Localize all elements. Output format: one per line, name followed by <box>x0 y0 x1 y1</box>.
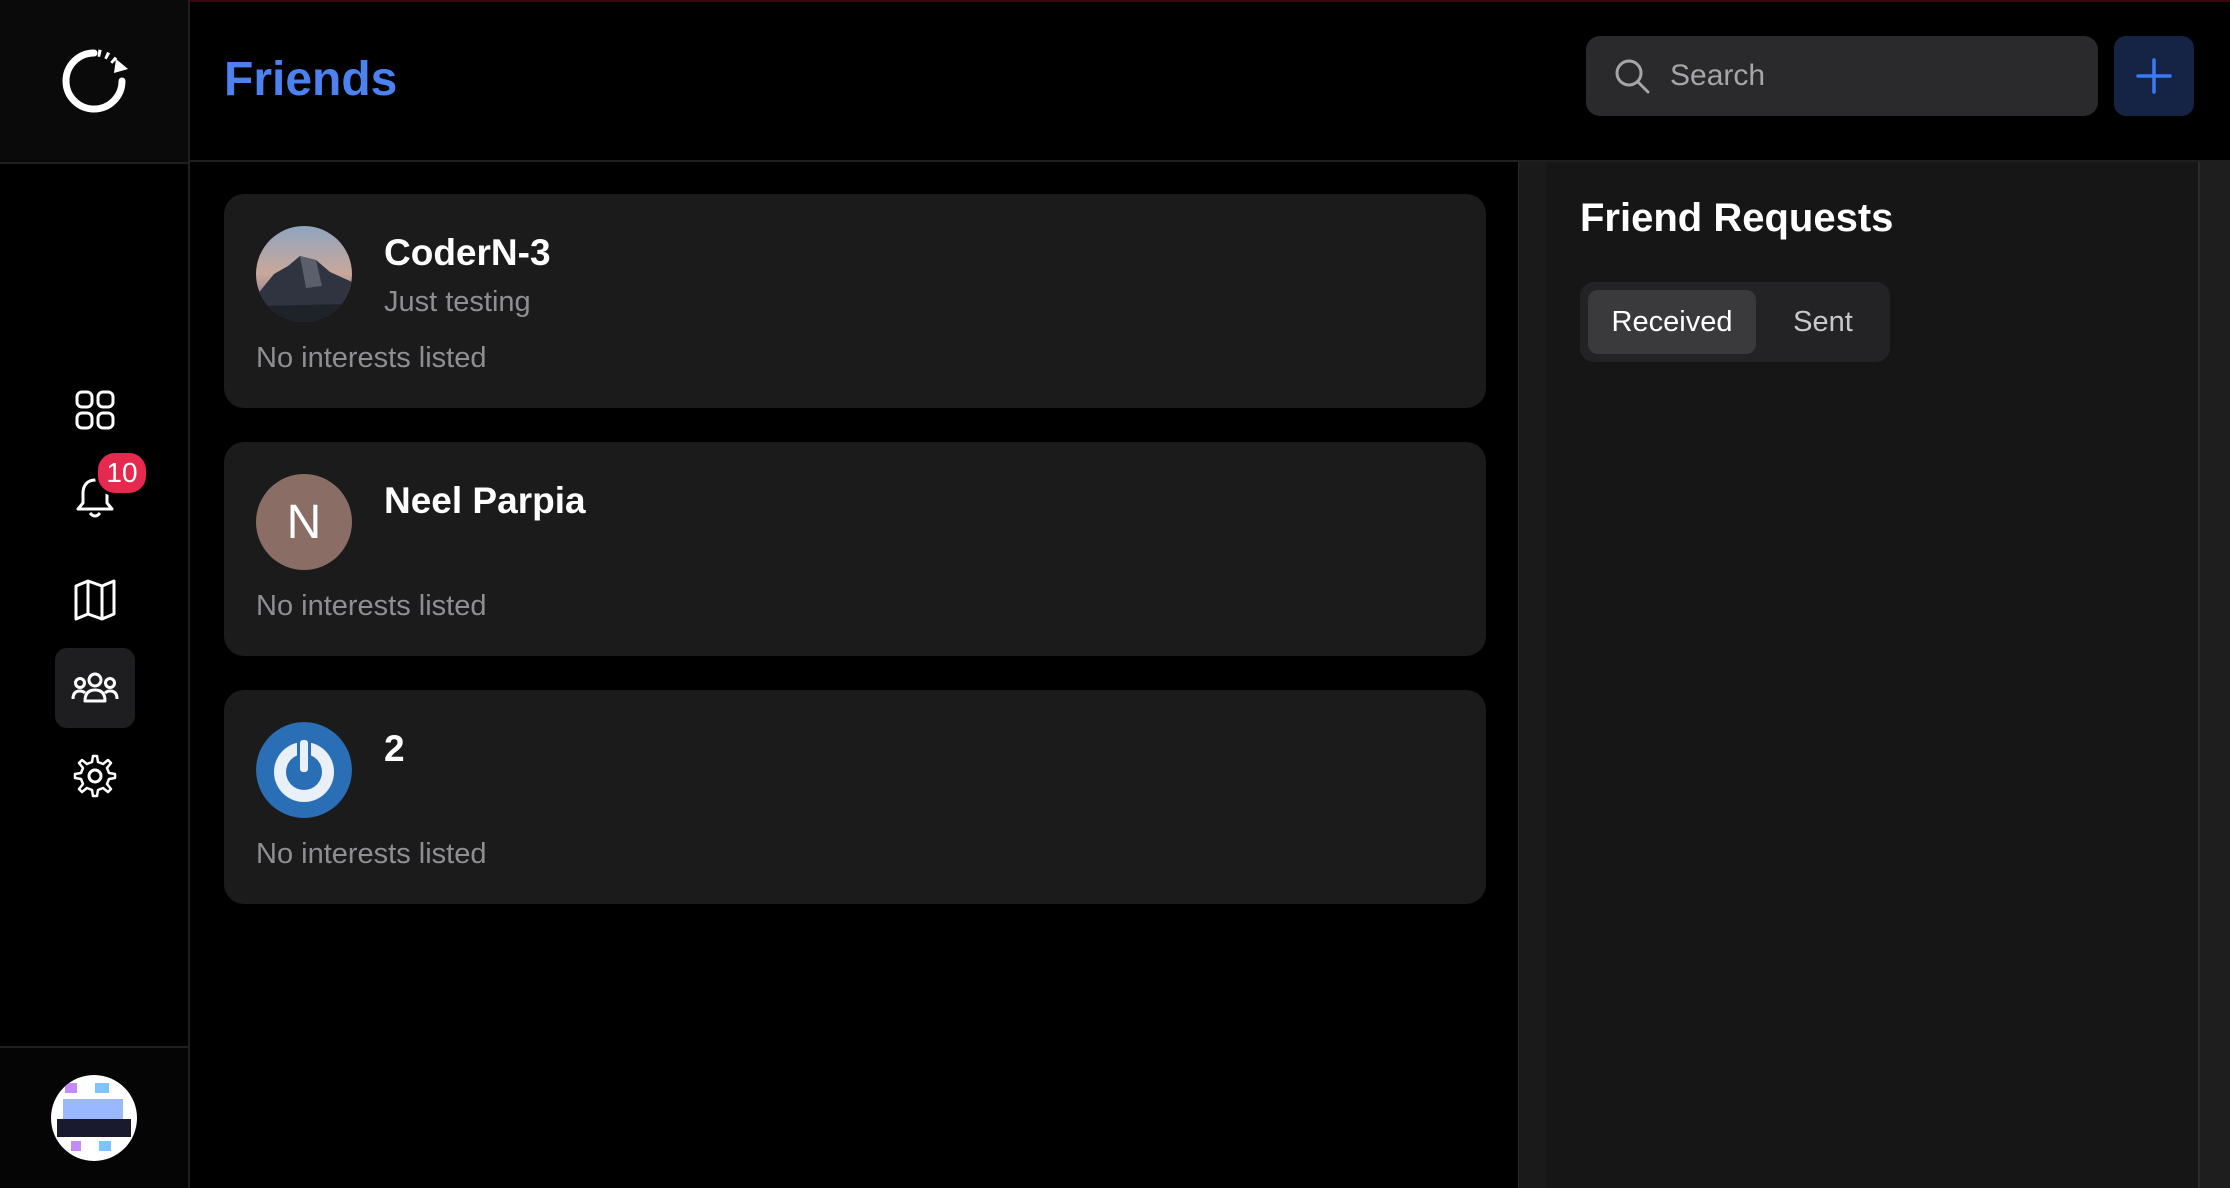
sidebar-item-notifications[interactable]: 10 <box>55 450 149 538</box>
sidebar: 10 <box>0 0 190 1188</box>
page-title: Friends <box>224 53 398 106</box>
panel-scrollbar[interactable] <box>2198 162 2230 1188</box>
friends-list: CoderN-3 Just testing No interests liste… <box>190 162 1518 1188</box>
app-window: 10 Friends Search CoderN-3 Just testing … <box>0 0 2230 1188</box>
friend-card[interactable]: 2 No interests listed <box>224 690 1486 904</box>
top-header: Friends <box>190 0 2230 162</box>
sidebar-item-settings[interactable] <box>55 736 135 816</box>
friend-card[interactable]: N Neel Parpia No interests listed <box>224 442 1486 656</box>
friend-status: Just testing <box>384 286 531 318</box>
friend-interests: No interests listed <box>256 590 487 622</box>
friend-card[interactable]: CoderN-3 Just testing No interests liste… <box>224 194 1486 408</box>
requests-title: Friend Requests <box>1580 196 1894 240</box>
app-logo[interactable] <box>0 0 188 164</box>
map-icon <box>74 579 116 621</box>
search-input[interactable] <box>1668 58 2072 94</box>
search-icon <box>1612 56 1652 96</box>
mountain-photo-icon <box>256 226 352 322</box>
grid-icon <box>75 390 115 430</box>
user-profile-area[interactable] <box>0 1046 188 1188</box>
tab-received[interactable]: Received <box>1588 290 1756 354</box>
friend-interests: No interests listed <box>256 342 487 374</box>
list-scrollbar[interactable] <box>1518 162 1548 1188</box>
friend-name: CoderN-3 <box>384 232 551 273</box>
sidebar-item-friends[interactable] <box>55 648 135 728</box>
add-friend-button[interactable] <box>2114 36 2194 116</box>
avatar-initial: N <box>286 495 322 549</box>
friend-name: 2 <box>384 728 405 769</box>
notification-badge: 10 <box>95 450 149 496</box>
gear-icon <box>73 754 117 798</box>
search-box[interactable] <box>1586 36 2098 116</box>
user-avatar[interactable] <box>51 1075 137 1161</box>
friend-avatar: N <box>256 474 352 570</box>
power-icon <box>256 722 352 818</box>
friend-avatar <box>256 722 352 818</box>
friend-requests-panel: Friend Requests Received Sent <box>1546 162 2198 1188</box>
friend-avatar <box>256 226 352 322</box>
requests-tabs: Received Sent <box>1580 282 1890 362</box>
sidebar-item-dashboard[interactable] <box>55 370 135 450</box>
users-icon <box>71 672 119 703</box>
sidebar-item-map[interactable] <box>55 560 135 640</box>
tab-sent[interactable]: Sent <box>1764 290 1882 354</box>
friend-interests: No interests listed <box>256 838 487 870</box>
coder-logo-icon <box>57 1083 131 1151</box>
plus-icon <box>2136 58 2172 94</box>
friend-name: Neel Parpia <box>384 480 586 521</box>
refresh-logo-icon <box>62 49 128 113</box>
